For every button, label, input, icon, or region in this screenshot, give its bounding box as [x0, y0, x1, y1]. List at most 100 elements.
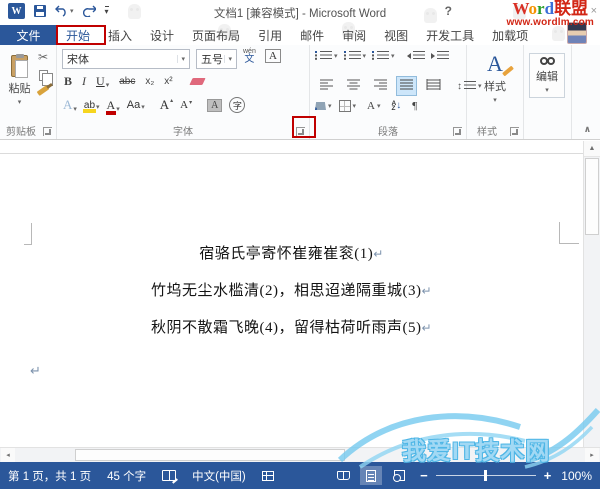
clipboard-dialog-launcher-icon[interactable] [43, 127, 52, 136]
change-case-dropdown-arrow[interactable]: ▾ [141, 104, 145, 111]
help-icon[interactable]: ? [445, 4, 452, 18]
bold-button[interactable]: B [64, 74, 72, 89]
tab-developer[interactable]: 开发工具 [417, 25, 483, 45]
format-painter-icon[interactable] [37, 85, 50, 96]
cut-icon[interactable]: ✂ [38, 51, 48, 63]
tab-references[interactable]: 引用 [249, 25, 291, 45]
borders-button[interactable]: ▾ [339, 100, 357, 112]
page-indicator[interactable]: 第 1 页，共 1 页 [8, 468, 91, 484]
vertical-scrollbar-thumb[interactable] [585, 158, 599, 235]
print-layout-button[interactable] [360, 466, 382, 485]
macro-record-icon[interactable] [262, 471, 274, 481]
zoom-out-button[interactable]: − [420, 468, 428, 483]
scroll-right-icon[interactable]: ▸ [585, 448, 599, 462]
underline-dropdown-arrow[interactable]: ▾ [106, 82, 110, 89]
font-name-combobox[interactable]: 宋体 ▾ [62, 49, 190, 69]
align-left-button[interactable] [315, 75, 338, 97]
editing-dropdown-arrow[interactable]: ▾ [545, 87, 549, 94]
increase-indent-button[interactable] [431, 51, 449, 61]
tab-insert[interactable]: 插入 [99, 25, 141, 45]
clear-formatting-button[interactable] [191, 78, 204, 85]
decrease-indent-button[interactable] [407, 51, 425, 61]
tab-page-layout[interactable]: 页面布局 [183, 25, 249, 45]
editing-button[interactable]: 编辑 ▾ [529, 53, 565, 98]
text-effects-button[interactable]: A▾ [63, 97, 77, 113]
save-icon[interactable] [34, 5, 46, 17]
strikethrough-button[interactable]: abc [119, 76, 135, 87]
grow-font-button[interactable]: A▴ [160, 97, 173, 113]
asian-layout-dropdown-arrow[interactable]: ▾ [377, 103, 381, 110]
zoom-in-button[interactable]: + [544, 468, 552, 483]
phonetic-guide-button[interactable]: wén 文 [243, 48, 256, 65]
styles-dialog-launcher-icon[interactable] [510, 127, 519, 136]
asian-layout-button[interactable]: A▾ [367, 100, 380, 112]
font-name-dropdown-arrow[interactable]: ▾ [177, 55, 185, 63]
horizontal-scrollbar[interactable]: ◂ ▸ [0, 447, 600, 462]
zoom-slider[interactable] [436, 475, 536, 476]
character-shading-button[interactable]: A [207, 99, 222, 112]
character-border-button[interactable]: A [265, 49, 281, 63]
bullets-dropdown-arrow[interactable]: ▾ [334, 53, 338, 60]
tab-mailings[interactable]: 邮件 [291, 25, 333, 45]
distribute-button[interactable] [421, 75, 446, 97]
font-color-button[interactable]: A▾ [107, 98, 120, 113]
numbering-dropdown-arrow[interactable]: ▾ [363, 53, 367, 60]
web-layout-button[interactable] [388, 466, 410, 485]
undo-button[interactable]: ▾ [55, 5, 74, 17]
numbering-button[interactable]: ▾ [344, 51, 367, 61]
copy-icon[interactable] [39, 70, 48, 81]
italic-button[interactable]: I [82, 74, 86, 89]
tab-file[interactable]: 文件 [0, 25, 57, 45]
highlight-dropdown-arrow[interactable]: ▾ [96, 104, 100, 111]
scroll-left-icon[interactable]: ◂ [1, 448, 15, 462]
styles-button[interactable]: A 样式 ▾ [467, 53, 523, 104]
multilevel-list-button[interactable]: ▾ [372, 51, 395, 61]
justify-button[interactable] [396, 76, 417, 96]
shrink-font-button[interactable]: A▾ [180, 99, 192, 111]
language-indicator[interactable]: 中文(中国) [192, 468, 246, 484]
highlight-color-button[interactable]: ab▾ [84, 100, 100, 111]
undo-dropdown-arrow[interactable]: ▾ [70, 8, 74, 15]
collapse-ribbon-icon[interactable]: ∧ [584, 124, 591, 135]
font-dialog-launcher-icon[interactable] [296, 127, 305, 136]
change-case-button[interactable]: Aa▾ [127, 99, 145, 111]
tab-addins[interactable]: 加载项 [483, 25, 537, 45]
poem-title-line[interactable]: 宿骆氏亭寄怀崔雍崔衮(1)↵ [0, 242, 583, 263]
styles-dropdown-arrow[interactable]: ▾ [493, 97, 497, 104]
align-center-button[interactable] [342, 75, 365, 97]
font-size-combobox[interactable]: 五号 ▾ [196, 49, 237, 69]
poem-line-2[interactable]: 竹坞无尘水槛清(2)，相思迢递隔重城(3)↵ [0, 279, 583, 300]
borders-dropdown-arrow[interactable]: ▾ [353, 103, 357, 110]
vertical-scrollbar[interactable]: ▲ [583, 141, 600, 447]
superscript-button[interactable]: x² [164, 76, 172, 87]
paste-dropdown-arrow[interactable]: ▾ [18, 99, 22, 106]
font-color-dropdown-arrow[interactable]: ▾ [116, 106, 120, 113]
subscript-button[interactable]: x₂ [145, 76, 154, 87]
proofing-book-icon[interactable] [162, 470, 176, 481]
show-hide-marks-button[interactable]: ¶ [412, 100, 417, 112]
horizontal-scrollbar-thumb[interactable] [75, 449, 345, 461]
scroll-up-icon[interactable]: ▲ [584, 141, 600, 157]
poem-line-3[interactable]: 秋阴不散霜飞晚(4)，留得枯荷听雨声(5)↵ [0, 316, 583, 337]
multilevel-dropdown-arrow[interactable]: ▾ [391, 53, 395, 60]
text-effects-dropdown-arrow[interactable]: ▾ [73, 106, 77, 113]
customize-qat-dropdown[interactable]: ▾ [105, 6, 109, 16]
shading-button[interactable]: ▾ [315, 102, 332, 110]
read-mode-button[interactable] [332, 466, 354, 485]
sort-button[interactable]: AZ↓ [392, 101, 402, 111]
align-right-button[interactable] [369, 75, 392, 97]
zoom-slider-thumb[interactable] [484, 470, 487, 481]
tab-view[interactable]: 视图 [375, 25, 417, 45]
tab-design[interactable]: 设计 [141, 25, 183, 45]
word-count[interactable]: 45 个字 [107, 468, 146, 484]
bullets-button[interactable]: ▾ [315, 51, 338, 61]
zoom-percentage[interactable]: 100% [561, 469, 592, 483]
close-icon[interactable]: × [591, 5, 597, 17]
enclose-characters-button[interactable]: 字 [229, 97, 245, 113]
paragraph-dialog-launcher-icon[interactable] [453, 127, 462, 136]
shading-dropdown-arrow[interactable]: ▾ [328, 103, 332, 110]
paste-button[interactable]: 粘贴 ▾ [3, 50, 36, 126]
underline-button[interactable]: U▾ [96, 74, 109, 89]
redo-button[interactable] [83, 5, 96, 17]
tab-home[interactable]: 开始 [57, 25, 99, 45]
